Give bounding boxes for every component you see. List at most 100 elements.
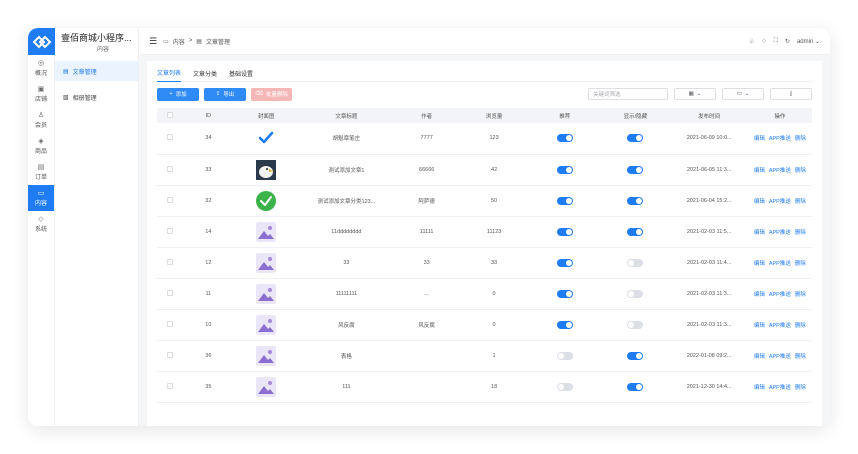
edit-link[interactable]: 编辑: [754, 136, 765, 142]
row-id: 32: [182, 185, 235, 217]
visibility-toggle[interactable]: [627, 165, 644, 174]
notification-icon[interactable]: ♧: [749, 38, 754, 45]
select-all-checkbox[interactable]: [157, 108, 183, 123]
menu-toggle-icon[interactable]: ☰: [149, 36, 157, 47]
edit-link[interactable]: 编辑: [754, 354, 765, 360]
rail-item-user[interactable]: ♙ 会员: [28, 107, 54, 133]
folder-filter-select[interactable]: ▭ ⌄: [722, 88, 764, 100]
app-push-link[interactable]: APP推送: [769, 261, 791, 267]
row-checkbox-cell[interactable]: [157, 309, 183, 341]
app-push-link[interactable]: APP推送: [769, 385, 791, 391]
recommend-toggle[interactable]: [556, 227, 573, 236]
toolbar: + 添加 ⇪ 导出 ⌫ 批量删除 关键词筛选 ▦ ⌄ ▭ ⌄ ▯: [157, 87, 812, 101]
row-id: 11: [182, 278, 235, 310]
row-actions: 编辑 APP推送 删除: [747, 340, 812, 372]
rail-item-folder[interactable]: ▭ 内容: [28, 185, 54, 211]
edit-link[interactable]: 编辑: [754, 261, 765, 267]
export-button[interactable]: ⇪ 导出: [204, 87, 246, 101]
recommend-toggle[interactable]: [556, 382, 573, 391]
add-button[interactable]: + 添加: [157, 87, 199, 101]
recommend-toggle[interactable]: [556, 165, 573, 174]
row-checkbox-cell[interactable]: [157, 340, 183, 372]
app-push-link[interactable]: APP推送: [769, 354, 791, 360]
edit-link[interactable]: 编辑: [754, 230, 765, 236]
row-checkbox[interactable]: [166, 196, 173, 203]
app-push-link[interactable]: APP推送: [769, 136, 791, 142]
bell-icon[interactable]: ♢: [761, 38, 766, 45]
visibility-toggle[interactable]: [627, 289, 644, 298]
delete-link[interactable]: 删除: [795, 385, 806, 391]
row-checkbox[interactable]: [166, 227, 173, 234]
row-checkbox[interactable]: [166, 382, 173, 389]
header-actions: ♧ ♢ ⛶ ↻ admin ⌄: [749, 38, 820, 45]
app-push-link[interactable]: APP推送: [769, 199, 791, 205]
app-push-link[interactable]: APP推送: [769, 323, 791, 329]
row-checkbox[interactable]: [166, 289, 173, 296]
recommend-toggle[interactable]: [556, 196, 573, 205]
batch-delete-button[interactable]: ⌫ 批量删除: [251, 87, 292, 101]
rail-item-settings[interactable]: ◇ 系统: [28, 211, 54, 237]
visibility-toggle[interactable]: [627, 351, 644, 360]
delete-link[interactable]: 删除: [795, 136, 806, 142]
recommend-toggle[interactable]: [556, 134, 573, 143]
recommend-toggle[interactable]: [556, 320, 573, 329]
app-push-link[interactable]: APP推送: [769, 168, 791, 174]
breadcrumb-item-content[interactable]: 内容: [173, 37, 185, 46]
rail-item-store[interactable]: ▣ 店铺: [28, 81, 54, 107]
visibility-toggle[interactable]: [627, 196, 644, 205]
row-checkbox-cell[interactable]: [157, 123, 183, 155]
delete-link[interactable]: 删除: [795, 292, 806, 298]
row-recommend-cell: [529, 154, 601, 186]
visibility-toggle[interactable]: [627, 258, 644, 267]
recommend-toggle[interactable]: [556, 258, 573, 267]
row-checkbox-cell[interactable]: [157, 216, 183, 248]
rail-item-order[interactable]: ▤ 订单: [28, 159, 54, 185]
delete-link[interactable]: 删除: [795, 199, 806, 205]
rail-item-goods[interactable]: ◈ 商品: [28, 133, 54, 159]
refresh-button[interactable]: ▯: [770, 88, 812, 100]
row-checkbox[interactable]: [166, 134, 173, 141]
search-input[interactable]: 关键词筛选: [588, 88, 668, 100]
row-checkbox[interactable]: [166, 320, 173, 327]
edit-link[interactable]: 编辑: [754, 323, 765, 329]
fullscreen-icon[interactable]: ⛶: [774, 38, 778, 45]
tab-article-category[interactable]: 文章分类: [193, 65, 217, 82]
row-checkbox-cell[interactable]: [157, 371, 183, 403]
row-checkbox-cell[interactable]: [157, 278, 183, 310]
edit-link[interactable]: 编辑: [754, 199, 765, 205]
app-push-link[interactable]: APP推送: [769, 292, 791, 298]
visibility-toggle[interactable]: [627, 382, 644, 391]
delete-link[interactable]: 删除: [795, 230, 806, 236]
edit-link[interactable]: 编辑: [754, 292, 765, 298]
row-checkbox-cell[interactable]: [157, 154, 183, 186]
delete-link[interactable]: 删除: [795, 323, 806, 329]
row-author: 风反腐: [394, 309, 459, 341]
recommend-toggle[interactable]: [556, 351, 573, 360]
row-checkbox[interactable]: [166, 165, 173, 172]
tab-basic-settings[interactable]: 基础设置: [229, 65, 253, 82]
visibility-toggle[interactable]: [627, 320, 644, 329]
visibility-toggle[interactable]: [627, 134, 644, 143]
subnav-item-album[interactable]: ▧ 相册管理: [55, 87, 138, 107]
delete-link[interactable]: 删除: [795, 261, 806, 267]
edit-link[interactable]: 编辑: [754, 168, 765, 174]
app-push-link[interactable]: APP推送: [769, 230, 791, 236]
user-menu[interactable]: admin ⌄: [797, 38, 820, 45]
row-publish-time: 2021-06-09 10:0...: [670, 123, 748, 155]
subnav-item-article[interactable]: ▤ 文章管理: [55, 61, 138, 81]
edit-link[interactable]: 编辑: [754, 385, 765, 391]
column-filter-select[interactable]: ▦ ⌄: [674, 88, 716, 100]
row-cover-cell: [234, 216, 299, 248]
row-checkbox-cell[interactable]: [157, 185, 183, 217]
user-icon: ♙: [37, 111, 45, 119]
recommend-toggle[interactable]: [556, 289, 573, 298]
tab-article-list[interactable]: 文章列表: [157, 65, 182, 82]
rail-item-dashboard[interactable]: ◎ 概况: [28, 55, 54, 81]
visibility-toggle[interactable]: [627, 227, 644, 236]
row-checkbox[interactable]: [166, 351, 173, 358]
row-checkbox[interactable]: [166, 258, 173, 265]
row-checkbox-cell[interactable]: [157, 247, 183, 279]
delete-link[interactable]: 删除: [795, 354, 806, 360]
delete-link[interactable]: 删除: [795, 168, 806, 174]
refresh-icon[interactable]: ↻: [785, 38, 790, 45]
